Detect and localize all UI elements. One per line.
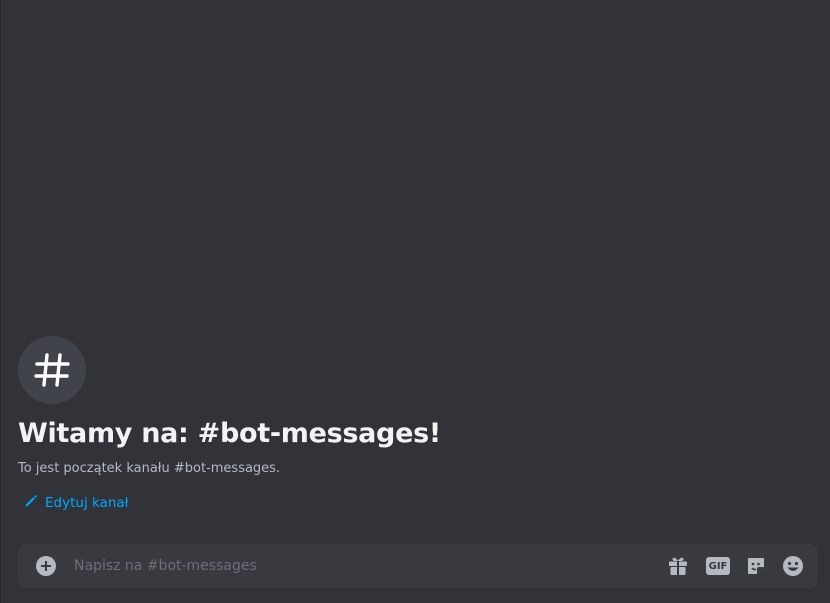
welcome-title: Witamy na: #bot-messages! xyxy=(18,418,441,449)
emoji-icon[interactable] xyxy=(781,555,805,577)
edit-channel-link[interactable]: Edytuj kanał xyxy=(24,494,441,512)
gif-button[interactable]: GIF xyxy=(706,555,730,577)
gift-icon[interactable] xyxy=(666,555,690,577)
gif-label: GIF xyxy=(706,557,730,575)
channel-view: Witamy na: #bot-messages! To jest począt… xyxy=(0,0,830,603)
edit-channel-label: Edytuj kanał xyxy=(45,495,129,511)
hash-icon xyxy=(18,336,86,404)
message-composer: GIF xyxy=(18,544,818,588)
divider xyxy=(0,0,1,603)
channel-welcome: Witamy na: #bot-messages! To jest począt… xyxy=(18,336,441,512)
pencil-icon xyxy=(24,494,38,512)
plus-circle-icon[interactable] xyxy=(36,556,56,576)
welcome-subtitle: To jest początek kanału #bot-messages. xyxy=(18,461,281,476)
sticker-icon[interactable] xyxy=(744,555,768,577)
message-input[interactable] xyxy=(74,544,634,588)
